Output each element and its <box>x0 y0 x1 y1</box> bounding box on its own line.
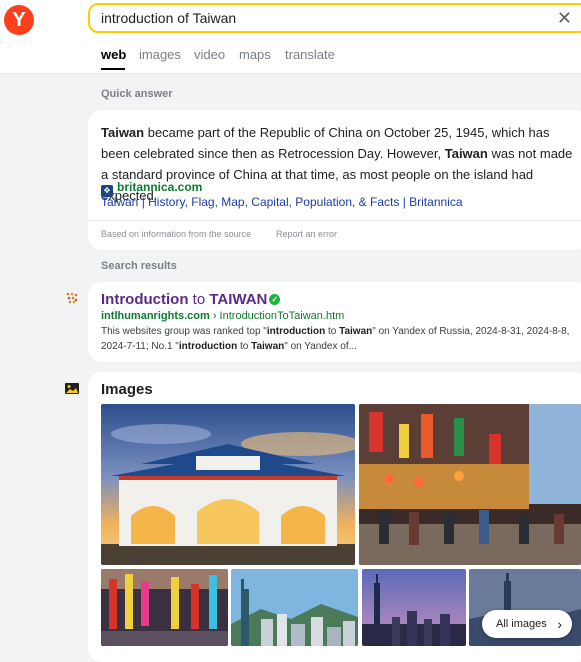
image-thumbnail[interactable] <box>359 404 581 565</box>
header: Y ✕ web images video maps translate <box>0 0 581 74</box>
site-favicon-icon <box>66 292 78 304</box>
title-part: TAIWAN <box>209 291 268 308</box>
snippet-part: Taiwan <box>339 326 373 337</box>
verified-shield-icon: ✓ <box>269 294 281 305</box>
source-title-link[interactable]: Taiwan | History, Flag, Map, Capital, Po… <box>101 195 463 209</box>
yandex-logo[interactable]: Y <box>4 5 34 35</box>
image-thumbnail[interactable] <box>362 569 466 646</box>
qa-text-part: Taiwan <box>101 125 145 140</box>
close-icon[interactable]: ✕ <box>557 8 572 28</box>
snippet-part: to <box>237 341 252 352</box>
chevron-right-icon: › <box>557 616 562 632</box>
qa-text-part: Taiwan <box>444 146 488 161</box>
quick-answer-source[interactable]: ✥ britannica.com <box>101 180 202 197</box>
snippet-part: introduction <box>266 326 326 337</box>
images-heading: Images <box>101 381 153 398</box>
tab-maps[interactable]: maps <box>239 47 271 62</box>
tab-images[interactable]: images <box>139 47 181 62</box>
title-part: to <box>188 291 210 308</box>
search-results-label: Search results <box>101 260 177 272</box>
tab-web[interactable]: web <box>101 47 126 62</box>
divider <box>88 220 581 221</box>
all-images-label: All images <box>496 618 547 630</box>
report-error-link[interactable]: Report an error <box>276 229 337 239</box>
image-thumbnail[interactable] <box>101 569 228 646</box>
image-thumbnail[interactable] <box>231 569 358 646</box>
source-footnote: Based on information from the source <box>101 229 252 239</box>
snippet-part: This websites group was ranked top " <box>101 326 267 337</box>
result-title-link[interactable]: Introduction to TAIWAN ✓ <box>101 291 281 308</box>
result-domain: intlhumanrights.com <box>101 310 210 322</box>
snippet-part: to <box>325 326 340 337</box>
active-tab-indicator <box>101 68 125 70</box>
search-input[interactable] <box>101 5 541 31</box>
image-icon <box>65 383 79 394</box>
snippet-part: introduction <box>178 341 238 352</box>
result-path: › IntroductionToTaiwan.htm <box>209 310 345 322</box>
image-thumbnail[interactable] <box>101 404 355 565</box>
result-snippet: This websites group was ranked top "intr… <box>101 324 581 354</box>
title-part: Introduction <box>101 291 189 308</box>
source-domain[interactable]: britannica.com <box>117 180 202 194</box>
snippet-part: Taiwan <box>251 341 285 352</box>
search-box[interactable]: ✕ <box>88 3 581 33</box>
tab-translate[interactable]: translate <box>285 47 335 62</box>
all-images-button[interactable]: All images › <box>482 610 572 638</box>
result-url[interactable]: intlhumanrights.com › IntroductionToTaiw… <box>101 310 344 322</box>
tab-video[interactable]: video <box>194 47 225 62</box>
quick-answer-label: Quick answer <box>101 88 173 100</box>
snippet-part: " on Yandex of... <box>284 341 357 352</box>
